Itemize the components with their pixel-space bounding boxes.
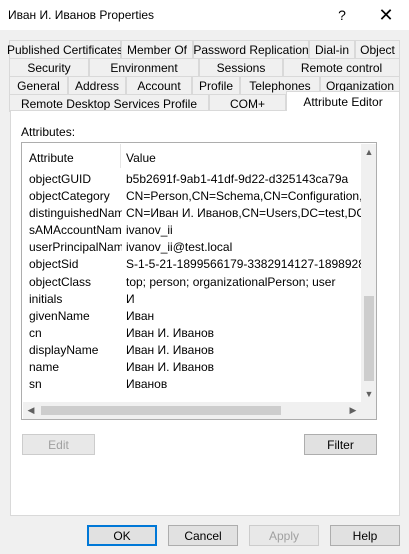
attribute-value: Иван И. Иванов xyxy=(126,360,215,375)
tab-published-certificates[interactable]: Published Certificates xyxy=(7,40,123,58)
attribute-name: sAMAccountName xyxy=(29,223,122,238)
cancel-button[interactable]: Cancel xyxy=(168,525,238,546)
table-row[interactable]: displayName Иван И. Иванов xyxy=(23,341,361,358)
attribute-name: initials xyxy=(29,291,63,306)
attribute-name: objectClass xyxy=(29,274,92,289)
attribute-value: Иван xyxy=(126,308,155,323)
attribute-rows: objectGUID b5b2691f-9ab1-41df-9d22-d32514… xyxy=(23,170,361,392)
attribute-name: name xyxy=(29,360,60,375)
title-bar: Иван И. Иванов Properties ? ✕ xyxy=(0,0,409,30)
tab-dial-in[interactable]: Dial-in xyxy=(309,40,355,58)
attribute-name: objectCategory xyxy=(29,189,110,204)
tab-member-of[interactable]: Member Of xyxy=(121,40,193,58)
attributes-label: Attributes: xyxy=(21,125,76,139)
horizontal-scroll-thumb[interactable] xyxy=(41,406,281,415)
close-icon[interactable]: ✕ xyxy=(366,0,406,30)
table-row[interactable]: sn Иванов xyxy=(23,375,361,392)
column-header: Attribute Value xyxy=(23,144,361,168)
tab-general[interactable]: General xyxy=(9,76,68,94)
column-divider[interactable] xyxy=(120,144,121,168)
tab-account[interactable]: Account xyxy=(126,76,192,94)
table-row[interactable]: givenName Иван xyxy=(23,307,361,324)
table-row[interactable]: sAMAccountName ivanov_ii xyxy=(23,221,361,238)
attribute-value: Иван И. Иванов xyxy=(126,325,215,340)
attribute-value: Иван И. Иванов xyxy=(126,342,215,357)
table-row[interactable]: name Иван И. Иванов xyxy=(23,358,361,375)
tab-security[interactable]: Security xyxy=(9,58,89,76)
tab-environment[interactable]: Environment xyxy=(89,58,199,76)
attribute-value: top; person; organizationalPerson; user xyxy=(126,274,336,289)
attribute-value: ivanov_ii@test.local xyxy=(126,240,233,255)
table-row[interactable]: distinguishedName CN=Иван И. Иванов,CN=Us… xyxy=(23,204,361,221)
tab-attribute-editor[interactable]: Attribute Editor xyxy=(286,91,400,111)
table-row[interactable]: userPrincipalName ivanov_ii@test.local xyxy=(23,238,361,255)
ok-button[interactable]: OK xyxy=(87,525,157,546)
attribute-value: И xyxy=(126,291,135,306)
column-header-value[interactable]: Value xyxy=(126,151,156,165)
tab-profile[interactable]: Profile xyxy=(192,76,240,94)
attributes-list[interactable]: Attribute Value objectGUID b5b2691f-9ab1-… xyxy=(21,142,377,420)
scroll-up-icon[interactable]: ▲ xyxy=(361,144,376,160)
help-icon[interactable]: ? xyxy=(322,0,362,30)
scroll-down-icon[interactable]: ▼ xyxy=(361,386,376,402)
attribute-name: objectSid xyxy=(29,257,79,272)
attribute-name: distinguishedName xyxy=(29,206,122,221)
scrollbar-corner xyxy=(361,402,376,419)
table-row[interactable]: objectGUID b5b2691f-9ab1-41df-9d22-d32514… xyxy=(23,170,361,187)
attribute-name: cn xyxy=(29,325,42,340)
attribute-value: b5b2691f-9ab1-41df-9d22-d325143ca79a xyxy=(126,172,349,186)
table-row[interactable]: cn Иван И. Иванов xyxy=(23,324,361,341)
tab-password-replication[interactable]: Password Replication xyxy=(193,40,309,58)
table-row[interactable]: objectClass top; person; organizationalPe… xyxy=(23,273,361,290)
scroll-right-icon[interactable]: ▶ xyxy=(345,402,361,419)
table-row[interactable]: initials И xyxy=(23,290,361,307)
filter-button[interactable]: Filter xyxy=(304,434,377,455)
attribute-value: S-1-5-21-1899566179-3382914127-189892804… xyxy=(126,257,361,272)
table-row[interactable]: objectSid S-1-5-21-1899566179-3382914127-… xyxy=(23,255,361,272)
attribute-value: ivanov_ii xyxy=(126,223,173,238)
help-button[interactable]: Help xyxy=(330,525,400,546)
attribute-name: displayName xyxy=(29,342,99,357)
attribute-value: Иванов xyxy=(126,377,168,392)
attribute-value: CN=Person,CN=Schema,CN=Configuration,DC=… xyxy=(126,189,361,204)
attribute-name: userPrincipalName xyxy=(29,240,122,255)
attribute-name: objectGUID xyxy=(29,172,92,186)
horizontal-scrollbar[interactable]: ◀ ▶ xyxy=(23,402,361,419)
window-title: Иван И. Иванов Properties xyxy=(8,8,155,22)
table-row[interactable]: objectCategory CN=Person,CN=Schema,CN=Con… xyxy=(23,187,361,204)
column-header-attribute[interactable]: Attribute xyxy=(29,151,74,165)
attribute-name: sn xyxy=(29,377,42,392)
tab-address[interactable]: Address xyxy=(68,76,126,94)
attribute-value: CN=Иван И. Иванов,CN=Users,DC=test,DC=lo… xyxy=(126,206,361,221)
tab-sessions[interactable]: Sessions xyxy=(199,58,283,76)
tab-object[interactable]: Object xyxy=(355,40,400,58)
vertical-scroll-thumb[interactable] xyxy=(364,296,374,381)
vertical-scrollbar[interactable]: ▲ ▼ xyxy=(361,144,376,402)
apply-button[interactable]: Apply xyxy=(249,525,319,546)
scroll-left-icon[interactable]: ◀ xyxy=(23,402,39,419)
edit-button[interactable]: Edit xyxy=(22,434,95,455)
attribute-name: givenName xyxy=(29,308,90,323)
tab-remote-control[interactable]: Remote control xyxy=(283,58,400,76)
